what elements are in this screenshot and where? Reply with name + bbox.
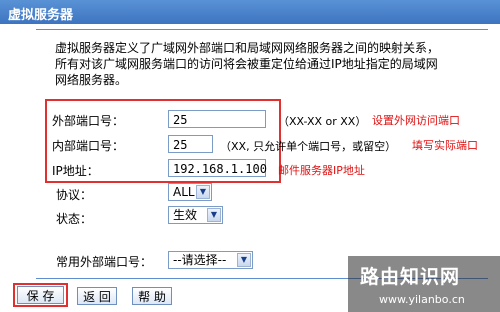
protocol-label: 协议： xyxy=(56,188,93,202)
back-button[interactable]: 返 回 xyxy=(77,287,117,305)
help-button[interactable]: 帮 助 xyxy=(132,287,172,305)
external-port-input[interactable]: 25 xyxy=(168,110,266,128)
protocol-select[interactable]: ALL ▼ xyxy=(168,183,212,201)
description: 虚拟服务器定义了广域网外部端口和局域网网络服务器之间的映射关系， 所有对该广域网… xyxy=(55,40,475,88)
description-line-2: 所有对该广域网服务端口的访问将会被重定位给通过IP地址指定的局域网 xyxy=(55,57,438,71)
window-title: 虚拟服务器 xyxy=(8,8,74,23)
status-selected: 生效 xyxy=(173,208,198,222)
description-line-1: 虚拟服务器定义了广域网外部端口和局域网网络服务器之间的映射关系， xyxy=(55,41,440,55)
chevron-down-icon: ▼ xyxy=(237,253,251,267)
ip-address-label: IP地址： xyxy=(52,164,99,178)
status-label: 状态： xyxy=(56,212,93,226)
internal-port-label: 内部端口号： xyxy=(52,139,125,153)
protocol-selected: ALL xyxy=(173,185,195,199)
ip-address-input[interactable]: 192.168.1.100 xyxy=(168,159,267,177)
common-port-selected: --请选择-- xyxy=(173,253,227,267)
description-line-3: 网络服务器。 xyxy=(55,73,128,87)
common-port-label: 常用外部端口号： xyxy=(56,255,153,269)
status-select[interactable]: 生效 ▼ xyxy=(168,206,223,224)
top-divider xyxy=(36,29,488,30)
watermark-url: www.yilanbo.cn xyxy=(379,293,465,306)
common-port-select[interactable]: --请选择-- ▼ xyxy=(168,251,253,269)
chevron-down-icon: ▼ xyxy=(207,208,221,222)
save-button[interactable]: 保 存 xyxy=(17,286,64,304)
chevron-down-icon: ▼ xyxy=(196,185,210,199)
external-port-annotation: 设置外网访问端口 xyxy=(372,114,460,127)
internal-port-hint: （XX, 只允许单个端口号，或留空） xyxy=(220,140,397,153)
watermark-title: 路由知识网 xyxy=(360,266,461,288)
external-port-label: 外部端口号： xyxy=(52,114,125,128)
internal-port-input[interactable]: 25 xyxy=(168,135,213,153)
title-bar: 虚拟服务器 xyxy=(0,0,500,24)
internal-port-annotation: 填写实际端口 xyxy=(412,139,478,152)
external-port-hint: （XX-XX or XX） xyxy=(278,115,367,128)
ip-address-annotation: 邮件服务器IP地址 xyxy=(278,164,365,177)
